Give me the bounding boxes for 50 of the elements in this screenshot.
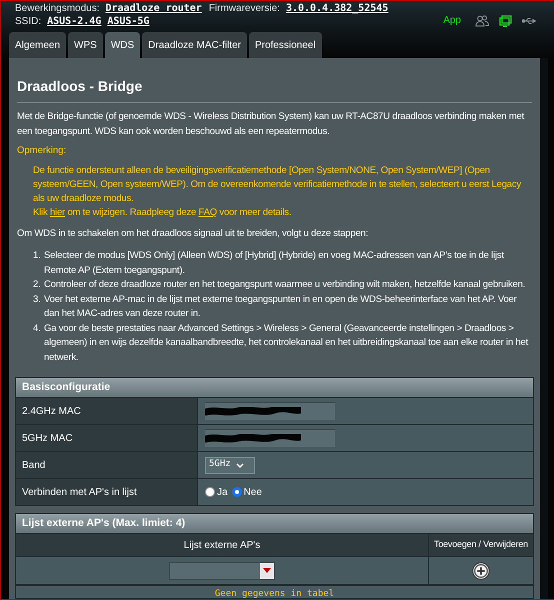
empty-table-message: Geen gegevens in tabel xyxy=(16,584,533,598)
radio-option[interactable]: Ja xyxy=(205,484,228,500)
ssid-link[interactable]: ASUS-2.4G xyxy=(47,15,102,28)
note-text: De functie ondersteunt alleen de beveiligingsverificatiemethode [Open System/NONE, Open System/WEP] (Open systeem/GEEN, Open systeem/WEP). Om de overeenkomende verificatiemethode in te stellen, selecteert u eerst Legacy als uw draadloze modus. xyxy=(32,164,522,206)
usb-icon[interactable] xyxy=(522,16,536,24)
users-icon[interactable] xyxy=(475,14,489,26)
field-label: Band xyxy=(22,458,46,472)
radio-button[interactable] xyxy=(205,487,215,497)
step-text: Selecteer de modus [WDS Only] (Alleen WDS) of [Hybrid] (Hybride) en voeg MAC-adressen van AP’s toe in de lijst Remote AP (Extern toegangspunt). xyxy=(43,249,505,278)
step-number: 4. xyxy=(33,322,42,336)
step-text: Ga voor de beste prestaties naar Advanced Settings > Wireless > General (Geavanceerde instellingen > Draadloos > algemeen) in en wijs dezelfde kanaalbandbreedte, het controlekanaal en het uitbreidingskanaal toe aan elke router in het netwerk. xyxy=(43,322,530,364)
section-header: Lijst externe AP's (Max. limiet: 4) xyxy=(16,514,533,533)
steps-intro: Om WDS in te schakelen om het draadloos signaal uit te breiden, volgt u deze stappen: xyxy=(16,226,370,241)
firmware-label: Firmwareversie: xyxy=(208,2,280,15)
tab[interactable]: Professioneel xyxy=(248,32,322,58)
radio-option[interactable]: Nee xyxy=(232,484,262,500)
band-select[interactable]: 5GHz xyxy=(205,456,255,474)
column-header: Toevoegen / Verwijderen xyxy=(433,538,529,552)
tab[interactable]: Draadloze MAC-filter xyxy=(142,32,247,58)
note-heading: Opmerking: xyxy=(16,144,68,158)
field-label: 5GHz MAC xyxy=(22,432,73,446)
field-label: 2.4GHz MAC xyxy=(22,404,81,418)
tab[interactable]: WDS xyxy=(104,32,140,58)
section-header: Basisconfiguratie xyxy=(16,378,533,397)
ssid-link[interactable]: ASUS-5G xyxy=(107,15,150,28)
mode-label: Bewerkingsmodus: xyxy=(15,2,100,15)
field-label: Verbinden met AP's in lijst xyxy=(22,486,137,500)
app-link[interactable]: App xyxy=(443,13,461,28)
mode-link[interactable]: Draadloze router xyxy=(105,2,202,15)
step-text: Controleer of deze draadloze router en het toegangspunt waarmee u verbinding wilt maken, hetzelfde kanaal gebruiken. xyxy=(43,278,526,292)
help-link[interactable]: FAQ xyxy=(198,206,217,218)
firmware-link[interactable]: 3.0.0.4.382_52545 xyxy=(286,2,388,15)
help-link[interactable]: hier xyxy=(50,206,65,218)
chevron-icon xyxy=(236,462,244,468)
step-number: 1. xyxy=(33,249,42,263)
step-number: 3. xyxy=(33,292,42,306)
redacted-field[interactable] xyxy=(205,429,335,447)
note-instruction: Klik hier om te wijzigen. Raadpleeg deze FAQ voor meer details. xyxy=(32,206,292,220)
ap-combo-field[interactable] xyxy=(169,562,275,580)
monitor-icon[interactable] xyxy=(499,14,512,26)
radio-button[interactable] xyxy=(232,487,242,497)
ssid-label: SSID: xyxy=(15,15,42,28)
tab[interactable]: WPS xyxy=(68,32,103,58)
redacted-field[interactable] xyxy=(205,402,335,420)
tab[interactable]: Algemeen xyxy=(9,32,66,58)
step-text: Voer het externe AP-mac in de lijst met externe toegangspunten in en open de WDS-beheerinterface van het AP. Voer dan het MAC-adres van deze router in. xyxy=(43,292,518,321)
intro-text: Met de Bridge-functie (of genoemde WDS - Wireless Distribution System) kan uw RT-AC87U draadloos verbinding maken met een toegangspunt. WDS kan ook worden beschouwd als een repeatermodus. xyxy=(16,110,526,138)
page-title: Draadloos - Bridge xyxy=(16,77,144,96)
step-number: 2. xyxy=(33,278,42,292)
add-icon[interactable] xyxy=(472,562,490,580)
